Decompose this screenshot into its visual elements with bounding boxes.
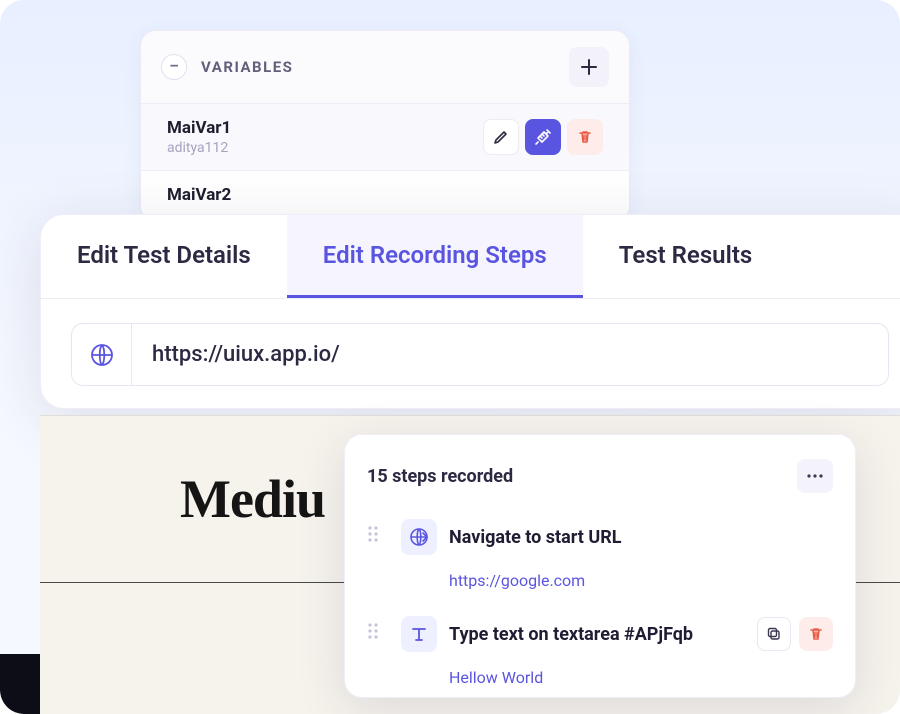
step-detail: Hellow World xyxy=(449,668,833,687)
test-editor-card: Edit Test Details Edit Recording Steps T… xyxy=(40,214,900,409)
variable-value: aditya112 xyxy=(167,140,231,156)
edit-variable-button[interactable] xyxy=(483,119,519,155)
variable-row[interactable]: MaiVar1 aditya112 xyxy=(141,103,629,170)
variable-name: MaiVar2 xyxy=(167,185,231,205)
inject-variable-button[interactable] xyxy=(525,119,561,155)
delete-variable-button[interactable] xyxy=(567,119,603,155)
tab-details[interactable]: Edit Test Details xyxy=(41,215,287,298)
delete-step-button[interactable] xyxy=(799,617,833,651)
variable-name: MaiVar1 xyxy=(167,118,231,138)
start-url-field[interactable]: https://uiux.app.io/ xyxy=(71,323,889,386)
variables-collapse-button[interactable]: − xyxy=(161,54,187,80)
step-detail: https://google.com xyxy=(449,571,833,590)
dots-icon xyxy=(807,474,823,478)
globe-icon xyxy=(401,519,437,555)
globe-icon xyxy=(72,324,132,385)
start-url-value: https://uiux.app.io/ xyxy=(132,324,360,385)
variables-header: − VARIABLES xyxy=(141,31,629,103)
pencil-icon xyxy=(492,128,510,146)
tab-bar: Edit Test Details Edit Recording Steps T… xyxy=(41,215,900,299)
trash-icon xyxy=(808,626,824,642)
plus-icon xyxy=(580,58,598,76)
text-icon xyxy=(401,616,437,652)
variables-title: VARIABLES xyxy=(201,58,293,76)
add-variable-button[interactable] xyxy=(569,47,609,87)
syringe-icon xyxy=(534,128,552,146)
preview-brand-logo: Mediu xyxy=(180,468,325,530)
recorded-steps-panel: 15 steps recorded Navigate to start URL … xyxy=(344,434,856,698)
drag-handle-icon[interactable] xyxy=(367,519,387,590)
drag-handle-icon[interactable] xyxy=(367,616,387,687)
step-title: Navigate to start URL xyxy=(449,527,621,548)
trash-icon xyxy=(577,129,593,145)
tab-results[interactable]: Test Results xyxy=(583,215,788,298)
steps-more-button[interactable] xyxy=(797,459,833,493)
copy-icon xyxy=(766,626,782,642)
steps-count-label: 15 steps recorded xyxy=(367,466,513,487)
copy-step-button[interactable] xyxy=(757,617,791,651)
tab-recording[interactable]: Edit Recording Steps xyxy=(287,215,583,298)
step-row[interactable]: Type text on textarea #APjFqb Hellow Wor… xyxy=(367,616,833,687)
variables-panel: − VARIABLES MaiVar1 aditya112 xyxy=(140,30,630,222)
minus-icon: − xyxy=(169,58,179,76)
step-row[interactable]: Navigate to start URL https://google.com xyxy=(367,519,833,590)
step-title: Type text on textarea #APjFqb xyxy=(449,624,693,645)
